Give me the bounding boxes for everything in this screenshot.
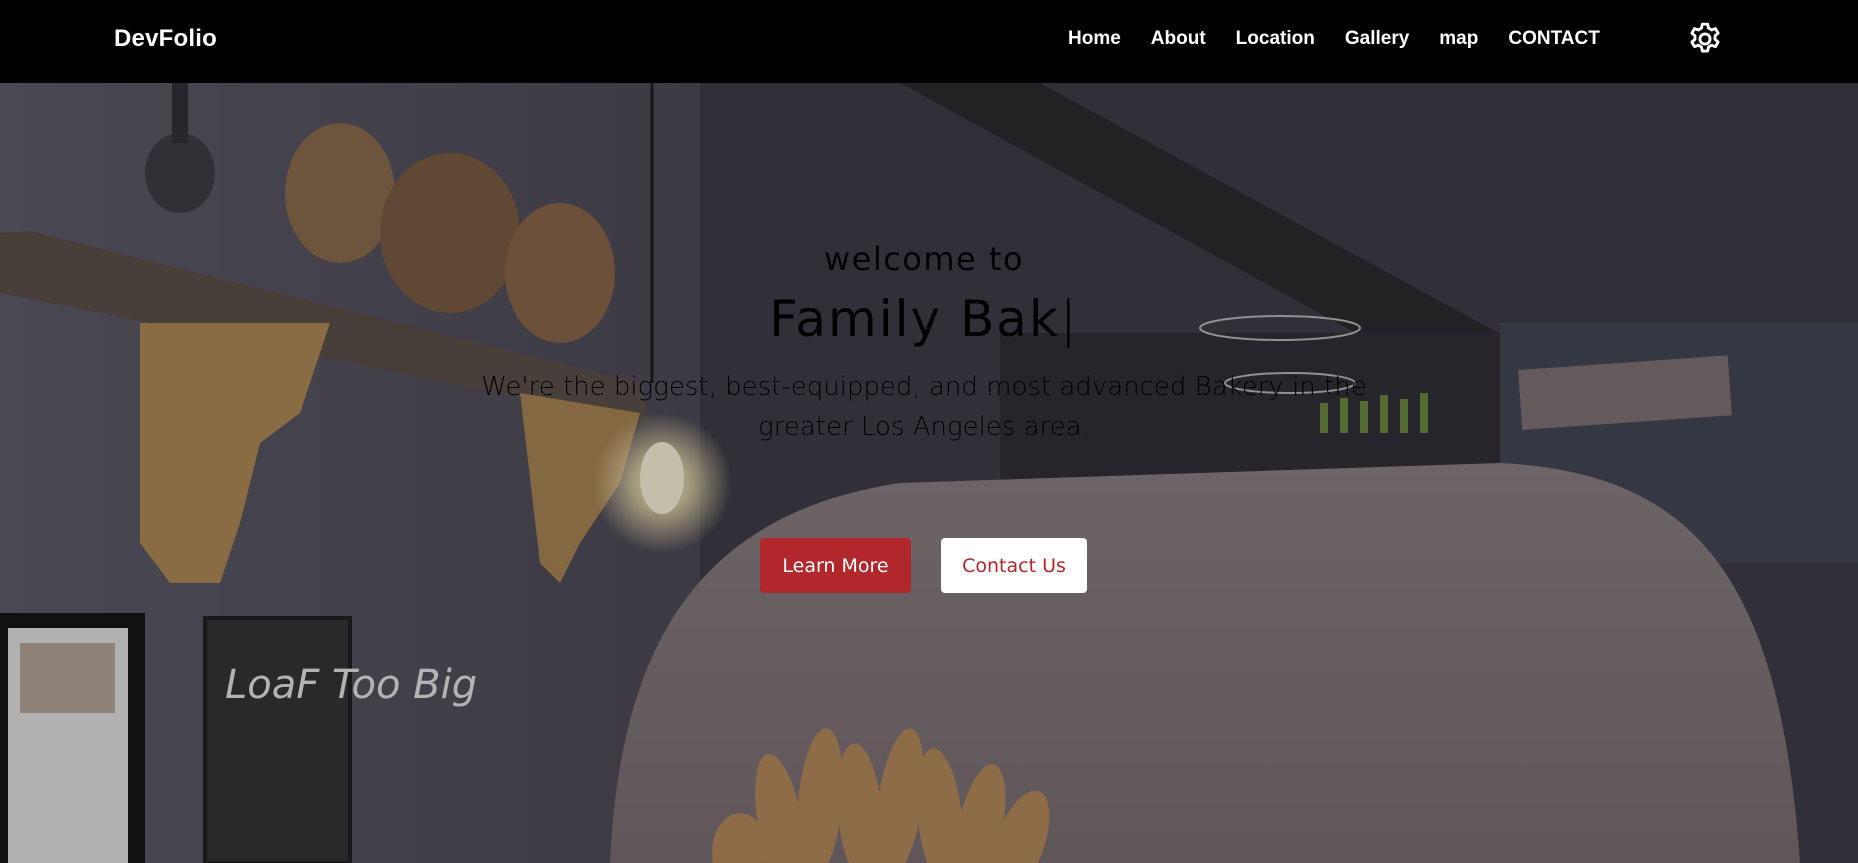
hero-overlay — [0, 83, 1858, 863]
nav-link-home[interactable]: Home — [1068, 28, 1121, 50]
nav-links: Home About Location Gallery map CONTACT — [1068, 28, 1630, 50]
hero-welcome-text: welcome to — [823, 240, 1025, 278]
hero-headline-text: Family Bak — [769, 290, 1060, 348]
nav-link-gallery[interactable]: Gallery — [1345, 28, 1409, 50]
brand-logo-link[interactable]: DevFolio — [114, 25, 217, 53]
hero-section: LoaF Too Big welcome to Family Bak| We'r… — [0, 83, 1858, 863]
nav-link-about[interactable]: About — [1151, 28, 1206, 50]
hero-tagline: We're the biggest, best-equipped, and mo… — [481, 372, 1367, 442]
top-navbar: DevFolio Home About Location Gallery map… — [0, 0, 1858, 83]
typing-cursor: | — [1059, 290, 1079, 348]
nav-link-map[interactable]: map — [1439, 28, 1478, 50]
nav-link-location[interactable]: Location — [1236, 28, 1315, 50]
learn-more-button[interactable]: Learn More — [760, 538, 911, 593]
hero-headline: Family Bak| — [0, 290, 1848, 348]
gear-icon[interactable] — [1686, 20, 1724, 58]
nav-link-contact[interactable]: CONTACT — [1508, 28, 1599, 50]
contact-us-button[interactable]: Contact Us — [941, 538, 1087, 593]
